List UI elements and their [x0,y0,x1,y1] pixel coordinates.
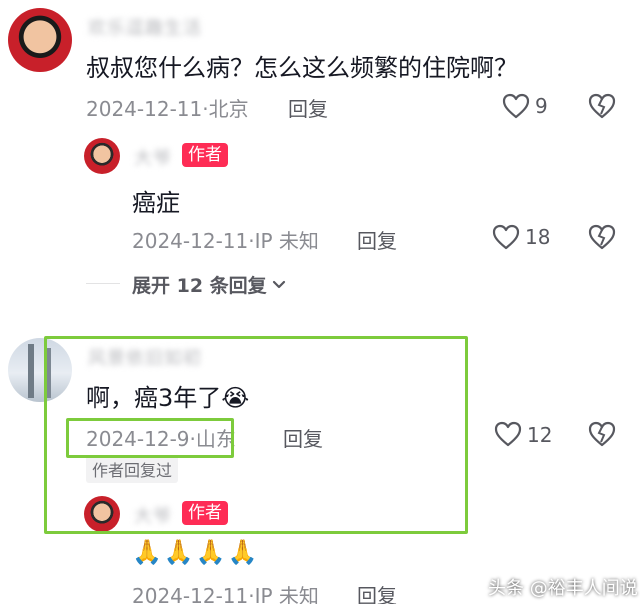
expand-replies-label: 展开 12 条回复 [132,275,267,297]
broken-heart-icon [588,224,616,250]
expand-replies-button[interactable]: 展开 12 条回复 [132,271,287,298]
dislike-button[interactable] [588,93,616,119]
comment-text: 叔叔您什么病？怎么这么频繁的住院啊？ [86,54,518,82]
heart-icon [492,224,520,250]
like-count: 9 [535,94,548,118]
comment-date: 2024-12-11 [86,97,203,121]
reply-location: IP 未知 [254,229,319,253]
reply-button[interactable]: 回复 [357,580,397,604]
chevron-down-icon [272,280,285,288]
commenter-username[interactable]: 欢乐逗趣生活 [88,14,202,40]
comment-location: 北京 [208,97,249,121]
broken-heart-icon [588,93,616,119]
dislike-button[interactable] [588,421,616,447]
like-button[interactable] [494,421,522,447]
watermark: 头条 @裕丰人间说 [488,578,638,599]
like-count: 18 [525,225,551,249]
like-button[interactable] [492,224,520,250]
reply-date: 2024-12-11 [132,584,249,604]
reply-date: 2024-12-11 [132,229,249,253]
author-badge: 作者 [182,143,228,167]
broken-heart-icon [588,421,616,447]
highlight-box-date [66,418,234,458]
reply-location: IP 未知 [254,584,319,604]
reply-button[interactable]: 回复 [357,225,397,254]
divider [86,283,120,284]
like-count: 12 [527,423,553,447]
commenter-avatar[interactable] [8,8,72,72]
reply-meta: 2024-12-11·IP 未知 [132,229,319,253]
comment-meta: 2024-12-11·北京 [86,97,249,121]
author-avatar[interactable] [84,138,120,174]
author-username[interactable]: 大爷 [134,144,172,170]
reply-meta: 2024-12-11·IP 未知 [132,580,319,604]
dislike-button[interactable] [588,224,616,250]
reply-text: 🙏🙏🙏🙏 [132,538,260,566]
reply-text: 癌症 [132,189,180,217]
like-button[interactable] [502,93,530,119]
heart-icon [502,93,530,119]
reply-button[interactable]: 回复 [288,93,328,122]
heart-icon [494,421,522,447]
